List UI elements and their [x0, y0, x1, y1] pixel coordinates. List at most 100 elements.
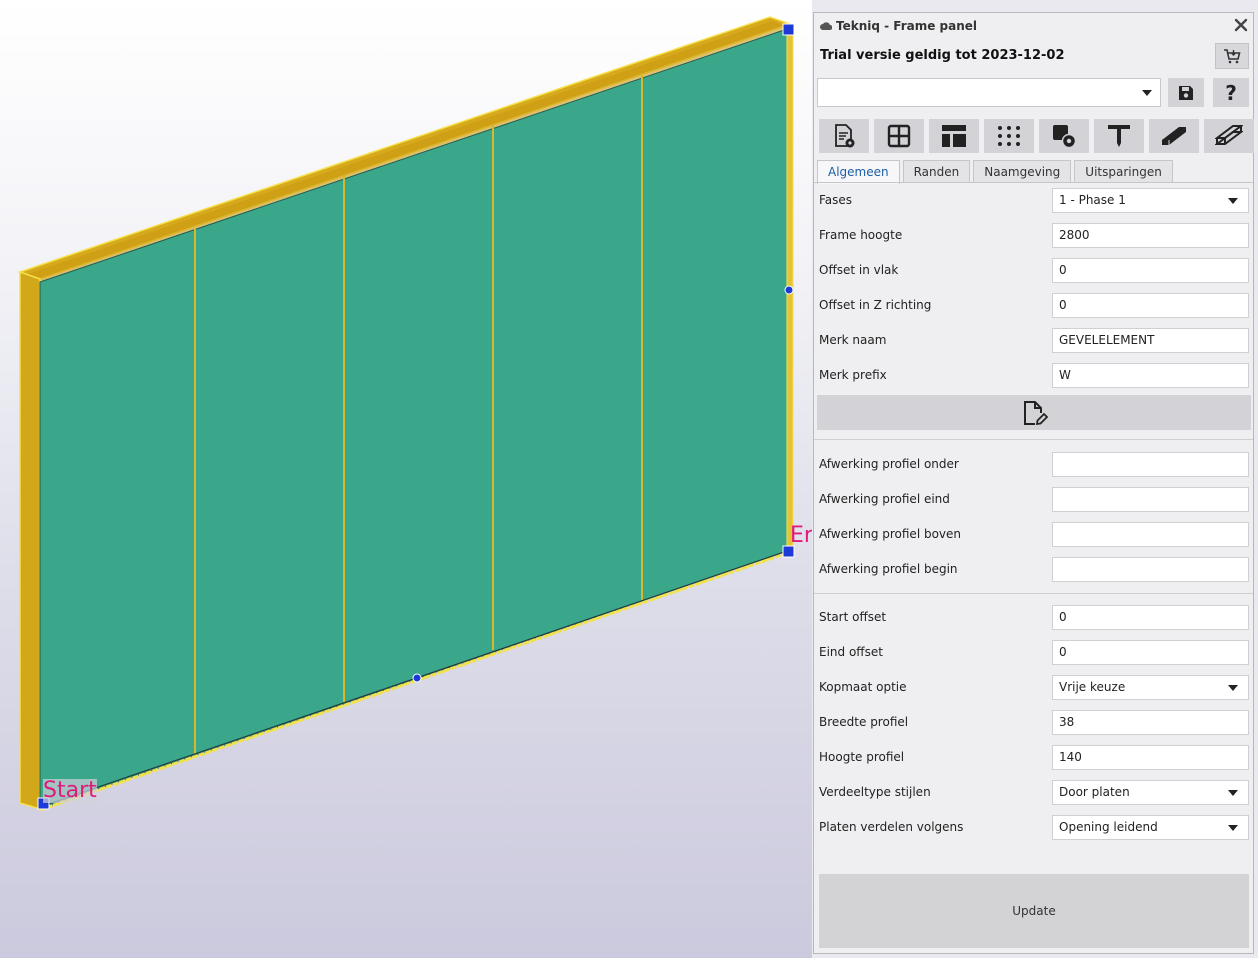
merk-prefix-input[interactable]: W [1052, 363, 1249, 388]
afw-eind-row: Afwerking profiel eind [819, 487, 1249, 512]
start-offset-label: Start offset [819, 610, 887, 624]
eind-offset-input[interactable]: 0 [1052, 640, 1249, 665]
end-label: Er [790, 524, 812, 548]
frame-hoogte-input[interactable]: 2800 [1052, 223, 1249, 248]
kopmaat-label: Kopmaat optie [819, 680, 907, 694]
grid-button[interactable] [874, 119, 924, 153]
tool-bar [819, 119, 1254, 153]
platen-verdelen-row: Platen verdelen volgens Opening leidend [819, 815, 1249, 840]
afw-boven-row: Afwerking profiel boven [819, 522, 1249, 547]
afw-onder-row: Afwerking profiel onder [819, 452, 1249, 477]
kopmaat-select[interactable]: Vrije keuze [1052, 675, 1249, 700]
panel-titlebar[interactable]: Tekniq - Frame panel [814, 13, 1253, 39]
floppy-disk-icon [1179, 85, 1193, 100]
help-button[interactable]: ? [1213, 78, 1249, 107]
left-post[interactable] [19, 270, 41, 811]
tab-randen[interactable]: Randen [902, 160, 971, 183]
section-divider [814, 439, 1253, 440]
cart-button[interactable] [1215, 43, 1249, 69]
fases-row: Fases 1 - Phase 1 [819, 188, 1249, 213]
dots-grid-icon [998, 126, 1020, 146]
update-button[interactable]: Update [819, 874, 1249, 948]
layout-button[interactable] [929, 119, 979, 153]
cart-icon [1224, 49, 1241, 64]
afw-begin-input[interactable] [1052, 557, 1249, 582]
fases-label: Fases [819, 193, 853, 207]
start-offset-row: Start offset 0 [819, 605, 1249, 630]
beam-button[interactable] [1149, 119, 1199, 153]
platen-verdelen-value: Opening leidend [1059, 820, 1158, 834]
afw-onder-input[interactable] [1052, 452, 1249, 477]
fases-select[interactable]: 1 - Phase 1 [1052, 188, 1249, 213]
frame-panel: Tekniq - Frame panel Trial versie geldig… [813, 12, 1254, 954]
verdeeltype-label: Verdeeltype stijlen [819, 785, 931, 799]
afw-boven-label: Afwerking profiel boven [819, 527, 962, 541]
document-settings-icon [835, 124, 855, 148]
eind-offset-row: Eind offset 0 [819, 640, 1249, 665]
eind-offset-label: Eind offset [819, 645, 883, 659]
chevron-down-icon [1228, 789, 1238, 796]
platen-verdelen-label: Platen verdelen volgens [819, 820, 964, 834]
afw-eind-input[interactable] [1052, 487, 1249, 512]
tab-naamgeving[interactable]: Naamgeving [973, 160, 1072, 183]
afw-eind-label: Afwerking profiel eind [819, 492, 950, 506]
frame-hoogte-row: Frame hoogte 2800 [819, 223, 1249, 248]
grid-icon [887, 124, 911, 148]
plates-button[interactable] [1204, 119, 1254, 153]
beam-icon [1162, 127, 1186, 145]
offset-vlak-input[interactable]: 0 [1052, 258, 1249, 283]
cloud-icon [820, 22, 832, 30]
shape-settings-button[interactable] [1039, 119, 1089, 153]
edit-document-button[interactable] [817, 395, 1251, 430]
shape-settings-icon [1053, 125, 1077, 149]
midpoint-handle-right[interactable] [784, 285, 794, 295]
afw-begin-label: Afwerking profiel begin [819, 562, 958, 576]
frame-panel-model[interactable] [0, 0, 812, 958]
merk-naam-input[interactable]: GEVELELEMENT [1052, 328, 1249, 353]
platen-verdelen-select[interactable]: Opening leidend [1052, 815, 1249, 840]
close-icon[interactable] [1233, 17, 1249, 33]
tab-uitsparingen[interactable]: Uitsparingen [1074, 160, 1173, 183]
t-profile-button[interactable] [1094, 119, 1144, 153]
kopmaat-row: Kopmaat optie Vrije keuze [819, 675, 1249, 700]
offset-vlak-row: Offset in vlak 0 [819, 258, 1249, 283]
verdeeltype-select[interactable]: Door platen [1052, 780, 1249, 805]
preset-select[interactable] [817, 78, 1161, 107]
breedte-row: Breedte profiel 38 [819, 710, 1249, 735]
afw-onder-label: Afwerking profiel onder [819, 457, 959, 471]
document-settings-button[interactable] [819, 119, 869, 153]
breedte-label: Breedte profiel [819, 715, 909, 729]
dots-grid-button[interactable] [984, 119, 1034, 153]
t-profile-icon [1108, 125, 1130, 147]
save-button[interactable] [1168, 78, 1204, 107]
breedte-input[interactable]: 38 [1052, 710, 1249, 735]
model-viewport[interactable]: Start Er [0, 0, 812, 958]
verdeeltype-row: Verdeeltype stijlen Door platen [819, 780, 1249, 805]
hoogte-label: Hoogte profiel [819, 750, 905, 764]
chevron-down-icon [1228, 824, 1238, 831]
frame-hoogte-label: Frame hoogte [819, 228, 903, 242]
merk-prefix-row: Merk prefix W [819, 363, 1249, 388]
merk-prefix-label: Merk prefix [819, 368, 887, 382]
afw-boven-input[interactable] [1052, 522, 1249, 547]
offset-z-input[interactable]: 0 [1052, 293, 1249, 318]
merk-naam-row: Merk naam GEVELELEMENT [819, 328, 1249, 353]
plates-icon [1215, 125, 1243, 145]
chevron-down-icon [1142, 89, 1152, 96]
verdeeltype-value: Door platen [1059, 785, 1130, 799]
fases-value: 1 - Phase 1 [1059, 193, 1126, 207]
chevron-down-icon [1228, 684, 1238, 691]
midpoint-handle-bottom[interactable] [412, 673, 422, 683]
layout-icon [942, 125, 966, 147]
afw-begin-row: Afwerking profiel begin [819, 557, 1249, 582]
corner-handle-top-right[interactable] [782, 23, 795, 36]
start-label: Start [43, 778, 97, 803]
trial-notice: Trial versie geldig tot 2023-12-02 [820, 48, 1065, 63]
offset-z-label: Offset in Z richting [819, 298, 932, 312]
kopmaat-value: Vrije keuze [1059, 680, 1126, 694]
tab-divider [814, 182, 1253, 183]
edit-document-icon [1024, 400, 1048, 425]
start-offset-input[interactable]: 0 [1052, 605, 1249, 630]
tab-algemeen[interactable]: Algemeen [817, 160, 900, 184]
hoogte-input[interactable]: 140 [1052, 745, 1249, 770]
